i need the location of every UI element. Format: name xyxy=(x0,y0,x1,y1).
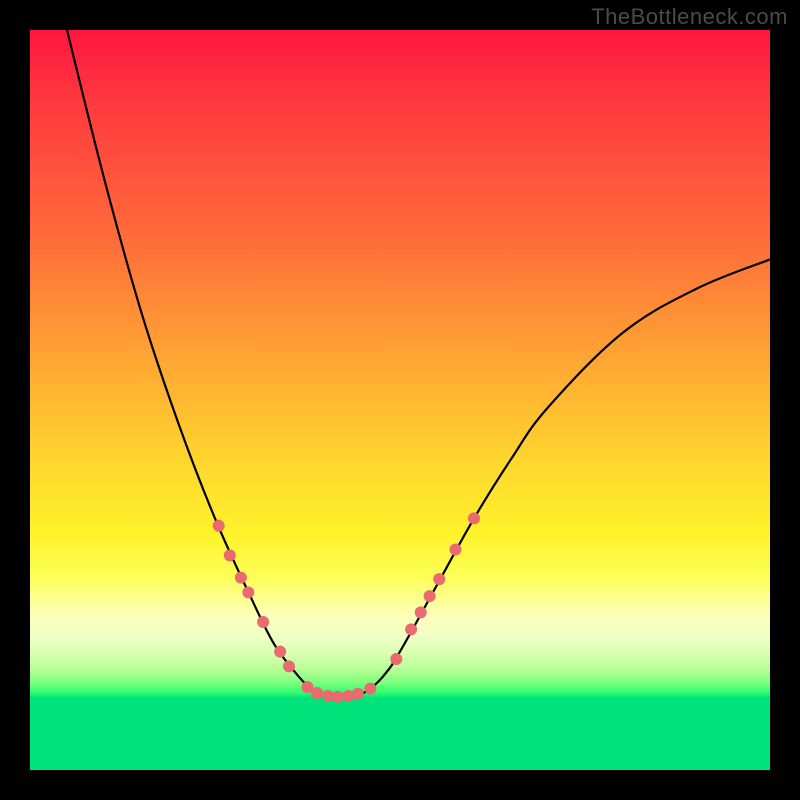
plot-area xyxy=(30,30,770,770)
curve-dot xyxy=(213,520,225,532)
curve-dot xyxy=(450,543,462,555)
curve-dot xyxy=(364,683,376,695)
curve-dot xyxy=(242,586,254,598)
bottleneck-curve xyxy=(67,30,770,697)
watermark-text: TheBottleneck.com xyxy=(591,4,788,30)
curve-dot xyxy=(352,688,364,700)
curve-dot xyxy=(224,549,236,561)
curve-dot xyxy=(433,573,445,585)
curve-dot xyxy=(311,687,323,699)
curve-dot xyxy=(283,660,295,672)
curve-svg xyxy=(30,30,770,770)
curve-dot xyxy=(468,512,480,524)
curve-dot xyxy=(274,646,286,658)
curve-dot xyxy=(390,653,402,665)
chart-container: TheBottleneck.com xyxy=(0,0,800,800)
curve-dots-group xyxy=(213,512,480,702)
curve-dot xyxy=(405,623,417,635)
curve-dot xyxy=(424,590,436,602)
curve-dot xyxy=(257,616,269,628)
curve-dot xyxy=(332,691,344,703)
curve-dot xyxy=(415,606,427,618)
curve-dot xyxy=(235,572,247,584)
